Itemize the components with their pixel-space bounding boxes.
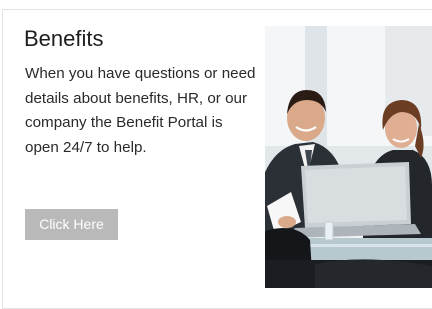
card-title: Benefits bbox=[24, 26, 104, 51]
card-description: When you have questions or need details … bbox=[25, 65, 256, 156]
business-meeting-photo bbox=[265, 26, 432, 288]
click-here-button[interactable]: Click Here bbox=[25, 209, 118, 240]
